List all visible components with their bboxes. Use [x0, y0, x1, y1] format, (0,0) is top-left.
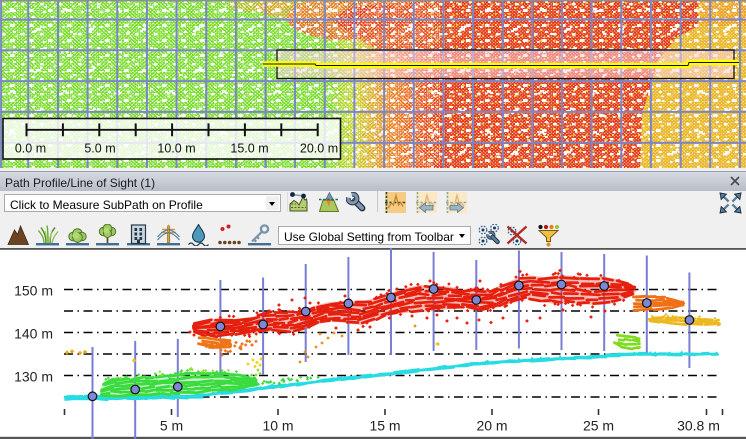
svg-text:30.8 m: 30.8 m	[677, 418, 720, 434]
svg-text:25 m: 25 m	[583, 418, 614, 434]
svg-text:0.0 m: 0.0 m	[15, 142, 46, 156]
svg-text:15.0 m: 15.0 m	[230, 142, 268, 156]
svg-text:5 m: 5 m	[160, 418, 183, 434]
svg-text:140 m: 140 m	[14, 326, 53, 342]
svg-text:10 m: 10 m	[262, 418, 293, 434]
svg-text:20.0 m: 20.0 m	[300, 142, 338, 156]
svg-text:5.0 m: 5.0 m	[84, 142, 115, 156]
svg-text:15 m: 15 m	[369, 418, 400, 434]
svg-text:150 m: 150 m	[14, 283, 53, 299]
svg-text:10.0 m: 10.0 m	[157, 142, 195, 156]
svg-text:130 m: 130 m	[14, 369, 53, 385]
svg-text:20 m: 20 m	[476, 418, 507, 434]
